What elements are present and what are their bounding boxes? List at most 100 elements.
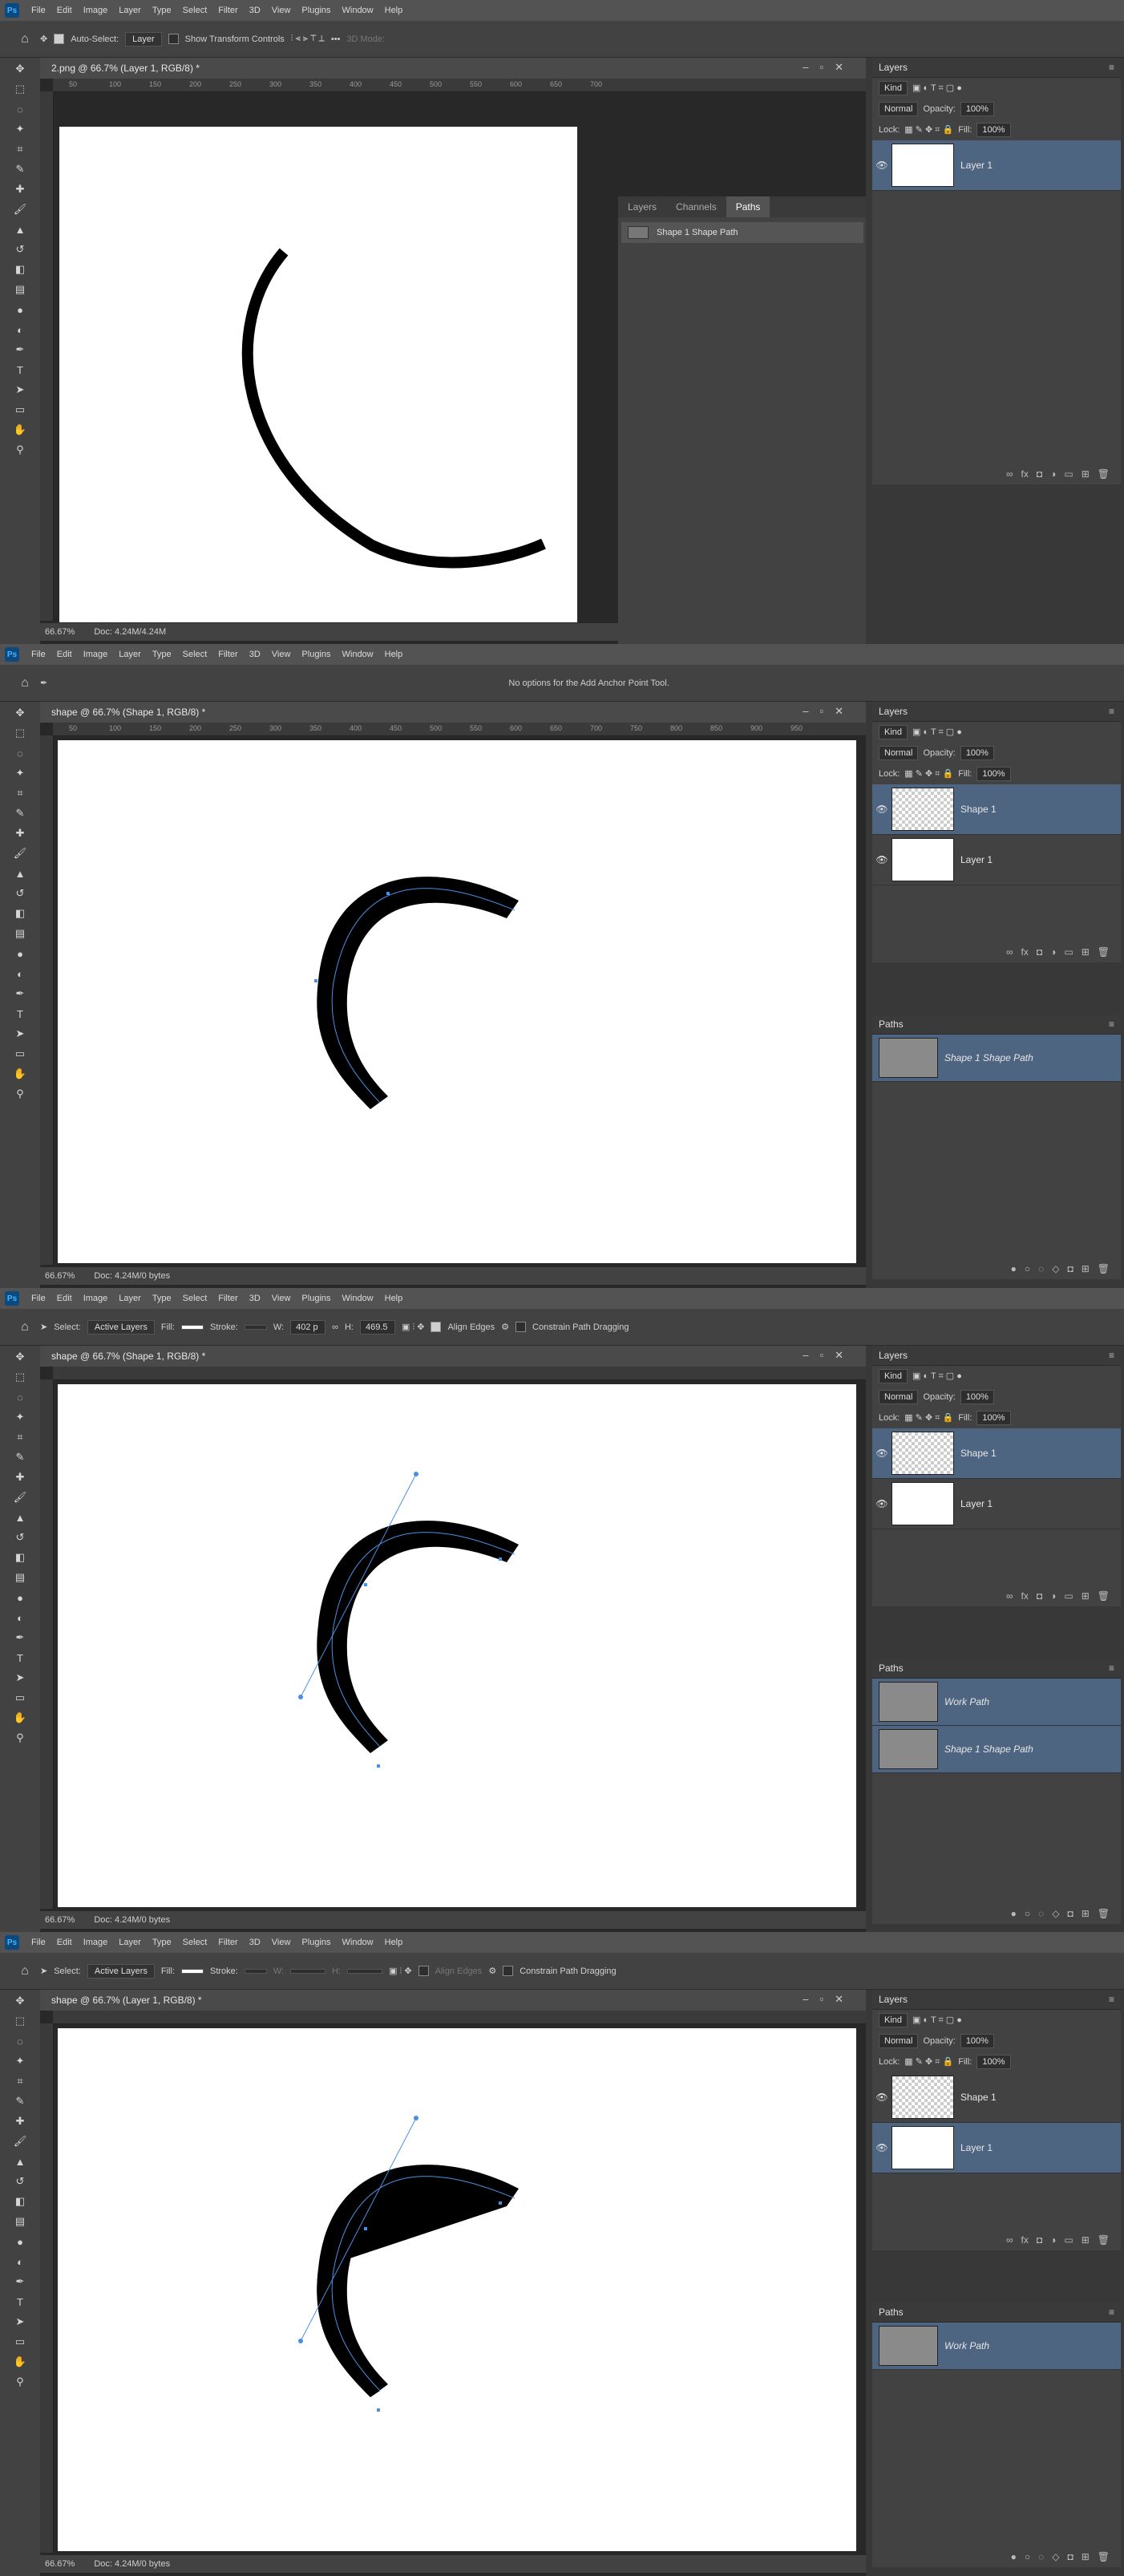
gradient-tool-icon[interactable]: ▤ — [11, 2213, 29, 2230]
move-tool-icon[interactable]: ✥ — [11, 60, 29, 78]
anchor-point[interactable] — [377, 1764, 380, 1768]
path-select-tool-icon[interactable]: ➤ — [40, 1966, 47, 1976]
lasso-tool-icon[interactable]: ◌ — [11, 1388, 29, 1406]
menu-layer[interactable]: Layer — [113, 6, 147, 15]
healing-brush-icon[interactable]: ✚ — [11, 1468, 29, 1486]
handle-point[interactable] — [414, 2116, 418, 2120]
shape-tool-icon[interactable]: ▭ — [11, 401, 29, 419]
constrain-checkbox[interactable] — [516, 1322, 527, 1332]
handle-point[interactable] — [298, 1695, 303, 1699]
folder-icon[interactable]: ▭ — [1064, 468, 1073, 480]
stroke-swatch[interactable] — [244, 1968, 267, 1974]
eraser-tool-icon[interactable]: ◧ — [11, 905, 29, 922]
canvas[interactable] — [59, 127, 577, 622]
make-work-path-icon[interactable]: ◇ — [1052, 1263, 1059, 1274]
menu-help[interactable]: Help — [379, 1938, 409, 1947]
visibility-eye-icon[interactable]: 👁 — [872, 1498, 892, 1509]
fill-path-icon[interactable]: ● — [1011, 2551, 1017, 2562]
opacity-input[interactable]: 100% — [960, 1390, 994, 1404]
select-dropdown[interactable]: Active Layers — [87, 1319, 155, 1335]
zoom-level[interactable]: 66.67% — [45, 627, 75, 637]
trash-icon[interactable]: 🗑 — [1098, 468, 1110, 480]
eraser-tool-icon[interactable]: ◧ — [11, 1549, 29, 1566]
shape-tool-icon[interactable]: ▭ — [11, 1045, 29, 1063]
blur-tool-icon[interactable]: ● — [11, 2233, 29, 2250]
new-path-icon[interactable]: ⊞ — [1082, 2551, 1090, 2562]
gear-icon[interactable]: ⚙ — [501, 1322, 509, 1332]
move-tool-icon[interactable]: ✥ — [11, 1348, 29, 1366]
canvas[interactable] — [58, 2028, 856, 2551]
mask-icon[interactable]: ◘ — [1067, 1263, 1073, 1274]
menu-type[interactable]: Type — [147, 1938, 177, 1947]
new-layer-icon[interactable]: ⊞ — [1082, 2234, 1090, 2246]
filter-icons[interactable]: ▣ ◐ T ⌗ ▢ ● — [912, 727, 962, 738]
marquee-tool-icon[interactable]: ⬚ — [11, 80, 29, 98]
menu-window[interactable]: Window — [337, 1294, 379, 1303]
blend-mode-select[interactable]: Normal — [879, 102, 919, 116]
menu-layer[interactable]: Layer — [113, 1938, 147, 1947]
marquee-tool-icon[interactable]: ⬚ — [11, 724, 29, 742]
fill-input[interactable]: 100% — [976, 2055, 1011, 2069]
menu-plugins[interactable]: Plugins — [296, 650, 336, 659]
path-item[interactable]: Shape 1 Shape Path — [621, 222, 863, 243]
path-item[interactable]: Work Path — [872, 1679, 1121, 1726]
panel-menu-icon[interactable]: ≡ — [1109, 706, 1114, 717]
kind-filter[interactable]: Kind — [879, 1369, 908, 1383]
path-select-tool-icon[interactable]: ➤ — [40, 1322, 47, 1332]
menu-image[interactable]: Image — [78, 1938, 114, 1947]
height-input[interactable] — [347, 1968, 383, 1974]
home-icon[interactable]: ⌂ — [16, 1318, 34, 1336]
path-select-icon[interactable]: ➤ — [11, 1669, 29, 1687]
menu-file[interactable]: File — [26, 650, 51, 659]
menu-file[interactable]: File — [26, 6, 51, 15]
lasso-tool-icon[interactable]: ◌ — [11, 2032, 29, 2050]
menu-window[interactable]: Window — [337, 6, 379, 15]
path-item[interactable]: Shape 1 Shape Path — [872, 1035, 1121, 1082]
gear-icon[interactable]: ⚙ — [488, 1966, 496, 1976]
history-brush-icon[interactable]: ↺ — [11, 885, 29, 902]
filter-icons[interactable]: ▣ ◐ T ⌗ ▢ ● — [912, 1371, 962, 1382]
menu-view[interactable]: View — [266, 1938, 297, 1947]
menu-layer[interactable]: Layer — [113, 1294, 147, 1303]
eyedropper-icon[interactable]: ✎ — [11, 804, 29, 822]
menu-help[interactable]: Help — [379, 1294, 409, 1303]
fx-icon[interactable]: fx — [1021, 946, 1029, 958]
healing-brush-icon[interactable]: ✚ — [11, 180, 29, 198]
window-controls[interactable]: –▫✕ — [803, 1993, 855, 2006]
fx-icon[interactable]: fx — [1021, 468, 1029, 480]
brush-tool-icon[interactable]: 🖌 — [11, 200, 29, 218]
crop-tool-icon[interactable]: ⌗ — [11, 140, 29, 158]
hand-tool-icon[interactable]: ✋ — [11, 1065, 29, 1083]
link-icon[interactable]: ∞ — [1006, 2234, 1013, 2246]
magic-wand-icon[interactable]: ✦ — [11, 1408, 29, 1426]
tab-layers[interactable]: Layers — [618, 196, 666, 217]
panel-menu-icon[interactable]: ≡ — [1109, 1350, 1114, 1361]
panel-menu-icon[interactable]: ≡ — [1109, 1663, 1114, 1674]
mask-icon[interactable]: ◘ — [1037, 468, 1042, 480]
tab-paths[interactable]: Paths — [726, 196, 770, 217]
menu-edit[interactable]: Edit — [51, 6, 78, 15]
link-icon[interactable]: ∞ — [1006, 1590, 1013, 1602]
menu-view[interactable]: View — [266, 6, 297, 15]
mask-icon[interactable]: ◘ — [1067, 2551, 1073, 2562]
move-tool-icon[interactable]: ✥ — [40, 34, 47, 44]
anchor-point[interactable] — [499, 1557, 502, 1561]
kind-filter[interactable]: Kind — [879, 725, 908, 739]
window-controls[interactable]: –▫✕ — [803, 1349, 855, 1362]
visibility-eye-icon[interactable]: 👁 — [872, 854, 892, 865]
menu-select[interactable]: Select — [177, 650, 213, 659]
visibility-eye-icon[interactable]: 👁 — [872, 1448, 892, 1459]
menu-view[interactable]: View — [266, 650, 297, 659]
fill-input[interactable]: 100% — [976, 767, 1011, 781]
new-path-icon[interactable]: ⊞ — [1082, 1263, 1090, 1274]
document-tab[interactable]: shape @ 66.7% (Shape 1, RGB/8) * –▫✕ — [40, 1346, 866, 1367]
layer-row[interactable]: 👁 Shape 1 — [872, 784, 1121, 835]
menu-plugins[interactable]: Plugins — [296, 1294, 336, 1303]
window-controls[interactable]: –▫✕ — [803, 61, 855, 74]
brush-tool-icon[interactable]: 🖌 — [11, 1488, 29, 1506]
mask-icon[interactable]: ◘ — [1067, 1908, 1073, 1919]
menu-image[interactable]: Image — [78, 6, 114, 15]
blur-tool-icon[interactable]: ● — [11, 1589, 29, 1606]
load-selection-icon[interactable]: ◌ — [1038, 1908, 1044, 1919]
path-select-icon[interactable]: ➤ — [11, 2313, 29, 2331]
